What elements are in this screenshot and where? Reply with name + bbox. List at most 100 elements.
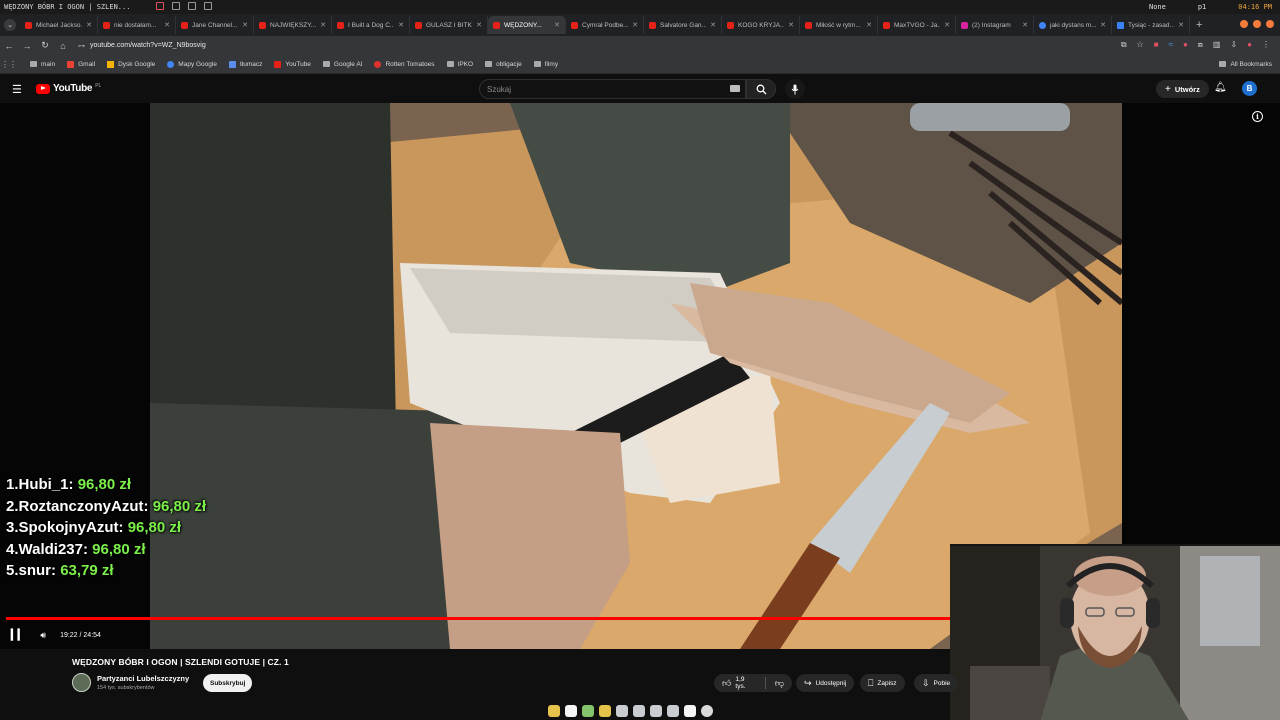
keyboard-icon[interactable]: [730, 85, 740, 92]
search-button[interactable]: [746, 79, 776, 99]
close-tab-icon[interactable]: ✕: [554, 21, 560, 29]
browser-tab[interactable]: Jane Channel... ✕: [176, 16, 254, 34]
sidepanel-icon[interactable]: ▥: [1213, 40, 1221, 50]
search-input[interactable]: Szukaj: [479, 79, 746, 99]
browser-tab[interactable]: Miłość w rytm... ✕: [800, 16, 878, 34]
all-bookmarks-label[interactable]: All Bookmarks: [1230, 61, 1272, 68]
screen-icon[interactable]: [204, 2, 212, 10]
pause-icon[interactable]: ▎▎: [11, 630, 25, 641]
close-tab-icon[interactable]: ✕: [866, 21, 872, 29]
close-tab-icon[interactable]: ✕: [476, 21, 482, 29]
browser-tab[interactable]: GULASZ I BITK... ✕: [410, 16, 488, 34]
display-icon[interactable]: [188, 2, 196, 10]
info-icon[interactable]: i: [1252, 111, 1263, 122]
bookmark-item[interactable]: Dysk Google: [107, 60, 155, 68]
discord-app-icon[interactable]: [616, 705, 628, 717]
forward-button[interactable]: →: [18, 41, 36, 51]
share-button[interactable]: ↪ Udostępnij: [796, 674, 855, 692]
close-tab-icon[interactable]: ✕: [320, 21, 326, 29]
bookmark-item[interactable]: IPKO: [446, 61, 473, 68]
menu-kebab-icon[interactable]: ⋮: [1262, 40, 1270, 50]
bookmark-item[interactable]: filmy: [533, 61, 558, 68]
save-button[interactable]: ⎕ Zapisz: [860, 674, 905, 692]
bookmark-item[interactable]: Mapy Google: [167, 60, 217, 68]
maximize-button[interactable]: [1253, 20, 1261, 28]
close-tab-icon[interactable]: ✕: [242, 21, 248, 29]
browser-tab[interactable]: KOGO KRYJA... ✕: [722, 16, 800, 34]
channel-name[interactable]: Partyzanci Lubelszczyzny: [97, 674, 189, 683]
settings-app-icon[interactable]: [667, 705, 679, 717]
bookmark-item[interactable]: Gmail: [67, 60, 95, 68]
bookmark-item[interactable]: Google AI: [322, 61, 362, 68]
site-info-icon[interactable]: ⊶: [78, 42, 85, 50]
youtube-logo[interactable]: YouTube PL: [36, 83, 101, 94]
browser-tab[interactable]: I Built a Dog C... ✕: [332, 16, 410, 34]
chrome-app-icon[interactable]: [599, 705, 611, 717]
all-bookmarks[interactable]: All Bookmarks: [1207, 61, 1272, 68]
apps-grid-icon[interactable]: ⋮⋮: [0, 60, 18, 69]
spotify-app-icon[interactable]: [582, 705, 594, 717]
close-tab-icon[interactable]: ✕: [710, 21, 716, 29]
browser-tab[interactable]: MaxTVGO - Ja... ✕: [878, 16, 956, 34]
files-app-icon[interactable]: [548, 705, 560, 717]
browser-tab[interactable]: Salvatore Gan... ✕: [644, 16, 722, 34]
tab-search-icon[interactable]: ⌄: [4, 19, 16, 31]
channel-avatar[interactable]: [72, 673, 91, 692]
close-tab-icon[interactable]: ✕: [86, 21, 92, 29]
user-status[interactable]: None: [1149, 3, 1166, 11]
reload-button[interactable]: ↻: [36, 40, 54, 51]
browser-tab[interactable]: jaki dystans m... ✕: [1034, 16, 1112, 34]
bookmark-item[interactable]: Rotten Tomatoes: [374, 60, 435, 68]
bookmark-item[interactable]: YouTube: [274, 60, 311, 68]
thumbs-down-icon[interactable]: 👎︎: [775, 678, 784, 689]
hamburger-menu-icon[interactable]: ☰: [12, 83, 22, 96]
back-button[interactable]: ←: [0, 41, 18, 51]
download-button[interactable]: ⇩ Pobie: [914, 674, 959, 692]
extensions-puzzle-icon[interactable]: ⧈: [1198, 40, 1203, 50]
browser-tab[interactable]: WĘDZONY... ✕: [488, 16, 566, 34]
browser-tab[interactable]: Tysiąc - zasad... ✕: [1112, 16, 1190, 34]
close-tab-icon[interactable]: ✕: [398, 21, 404, 29]
new-tab-button[interactable]: +: [1196, 19, 1202, 31]
minimize-button[interactable]: [1240, 20, 1248, 28]
profile-icon[interactable]: ●: [1247, 40, 1252, 50]
bookmark-item[interactable]: tłumacz: [228, 60, 262, 68]
subscribe-button[interactable]: Subskrybuj: [203, 674, 253, 692]
monitor-icon[interactable]: [172, 2, 180, 10]
thumbs-up-icon[interactable]: 👍︎: [722, 678, 731, 689]
close-tab-icon[interactable]: ✕: [1178, 21, 1184, 29]
profile-status[interactable]: p1: [1198, 3, 1206, 11]
create-button[interactable]: + Utwórz: [1156, 80, 1209, 98]
steam-app-icon[interactable]: [633, 705, 645, 717]
close-window-button[interactable]: [1266, 20, 1274, 28]
account-avatar[interactable]: B: [1242, 81, 1257, 96]
extension-icon[interactable]: ■: [1154, 40, 1159, 50]
obs-app-icon[interactable]: [701, 705, 713, 717]
extension-icon[interactable]: ●: [1183, 40, 1188, 50]
bookmark-star-icon[interactable]: ☆: [1137, 40, 1144, 50]
browser-tab[interactable]: (2) Instagram ✕: [956, 16, 1034, 34]
bookmark-item[interactable]: obligacje: [485, 61, 522, 68]
url-text[interactable]: youtube.com/watch?v=WZ_N9bosvig: [90, 42, 206, 49]
close-tab-icon[interactable]: ✕: [1100, 21, 1106, 29]
document-app-icon[interactable]: [684, 705, 696, 717]
browser-tab[interactable]: nie dostałam... ✕: [98, 16, 176, 34]
voice-search-button[interactable]: [785, 79, 805, 99]
volume-icon[interactable]: 🔊︎: [40, 630, 46, 641]
record-icon[interactable]: [156, 2, 164, 10]
close-tab-icon[interactable]: ✕: [788, 21, 794, 29]
browser-tab[interactable]: Cymrał Podbe... ✕: [566, 16, 644, 34]
address-bar[interactable]: ⊶ youtube.com/watch?v=WZ_N9bosvig: [78, 42, 206, 50]
home-button[interactable]: ⌂: [54, 41, 72, 51]
browser-tab[interactable]: NAJWIĘKSZY... ✕: [254, 16, 332, 34]
cast-icon[interactable]: ⧉: [1121, 40, 1127, 50]
shield-app-icon[interactable]: [650, 705, 662, 717]
downloads-icon[interactable]: ⇩: [1230, 40, 1237, 50]
notifications-bell-icon[interactable]: 🔔︎: [1214, 82, 1227, 93]
close-tab-icon[interactable]: ✕: [1022, 21, 1028, 29]
close-tab-icon[interactable]: ✕: [944, 21, 950, 29]
browser-tab[interactable]: Michael Jackso... ✕: [20, 16, 98, 34]
extension-icon[interactable]: ≈: [1169, 40, 1173, 50]
close-tab-icon[interactable]: ✕: [632, 21, 638, 29]
like-count[interactable]: 1,9 tys.: [735, 676, 755, 690]
